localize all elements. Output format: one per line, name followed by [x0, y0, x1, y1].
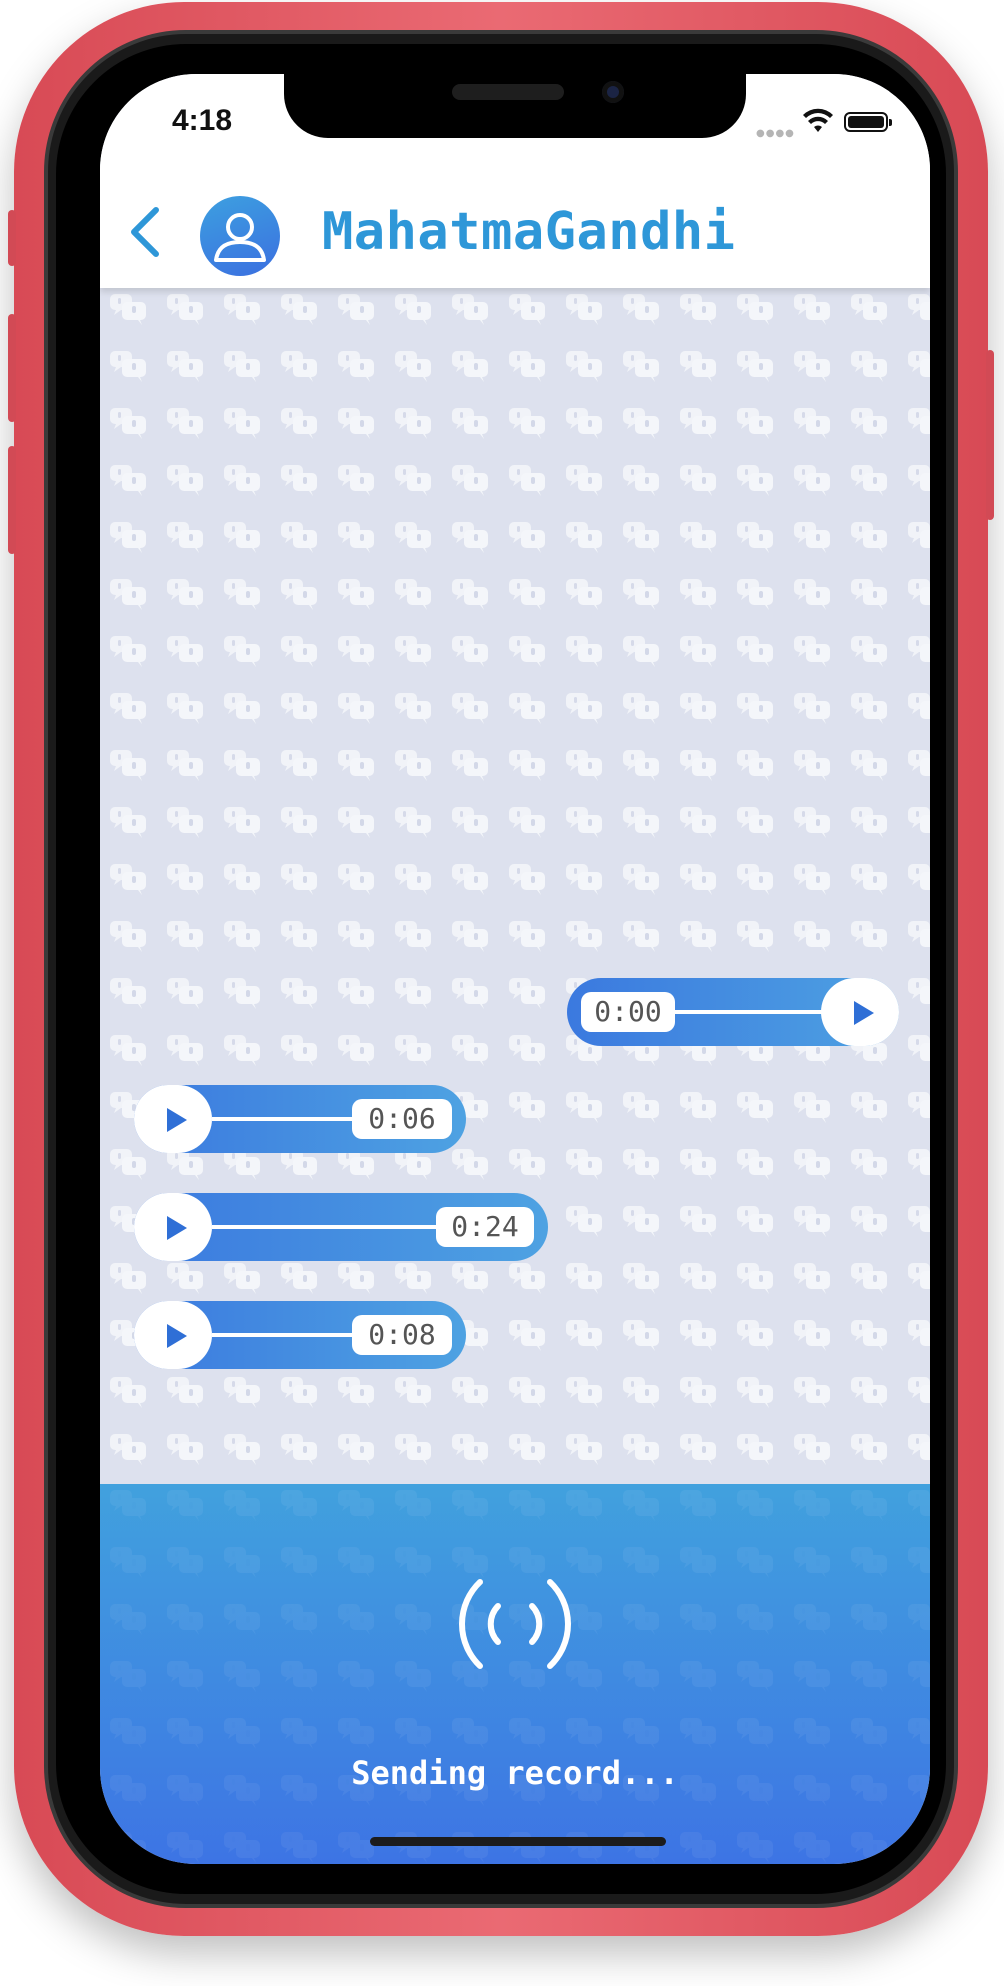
voice-message-incoming[interactable]: 0:24: [134, 1193, 548, 1261]
play-button[interactable]: [134, 1085, 212, 1153]
volume-down-button: [8, 446, 16, 554]
battery-full-icon: [844, 112, 892, 132]
contact-name[interactable]: MahatmaGandhi: [322, 202, 736, 262]
chat-header: MahatmaGandhi: [100, 164, 930, 288]
voice-duration: 0:06: [352, 1099, 452, 1139]
voice-message-outgoing[interactable]: 0:00: [567, 978, 899, 1046]
app-screen: 4:18 ●●●● MahatmaGandhi 0:00 0:06 0:24 0…: [100, 74, 930, 1864]
mute-switch: [8, 210, 16, 266]
person-avatar-icon[interactable]: [200, 196, 280, 276]
voice-progress-track[interactable]: [675, 1010, 825, 1014]
play-button[interactable]: [134, 1301, 212, 1369]
voice-progress-track[interactable]: [212, 1333, 352, 1337]
voice-message-incoming[interactable]: 0:08: [134, 1301, 466, 1369]
voice-recorder-panel[interactable]: Sending record...: [100, 1484, 930, 1864]
play-icon: [854, 1001, 874, 1025]
wifi-icon: [803, 108, 833, 132]
voice-duration: 0:00: [581, 992, 675, 1032]
front-camera: [602, 81, 624, 103]
play-icon: [167, 1216, 187, 1240]
play-icon: [167, 1108, 187, 1132]
volume-up-button: [8, 314, 16, 422]
signal-dots-icon: ●●●●: [756, 128, 795, 139]
recording-status: Sending record...: [351, 1754, 679, 1792]
voice-duration: 0:24: [436, 1207, 534, 1247]
broadcast-waves-icon: [459, 1579, 571, 1669]
home-indicator[interactable]: [370, 1837, 666, 1846]
play-icon: [167, 1324, 187, 1348]
voice-message-incoming[interactable]: 0:06: [134, 1085, 466, 1153]
chevron-left-icon[interactable]: [126, 206, 166, 258]
voice-progress-track[interactable]: [212, 1117, 352, 1121]
play-button[interactable]: [134, 1193, 212, 1261]
status-time: 4:18: [172, 104, 233, 137]
voice-duration: 0:08: [352, 1315, 452, 1355]
recorder-background-pattern: [100, 1484, 930, 1864]
play-button[interactable]: [821, 978, 899, 1046]
voice-progress-track[interactable]: [212, 1225, 436, 1229]
chat-area: 0:00 0:06 0:24 0:08: [100, 288, 930, 1484]
power-button: [986, 350, 994, 520]
notch: [284, 74, 746, 138]
earpiece-speaker: [452, 84, 564, 100]
phone-frame: 4:18 ●●●● MahatmaGandhi 0:00 0:06 0:24 0…: [8, 2, 994, 1936]
